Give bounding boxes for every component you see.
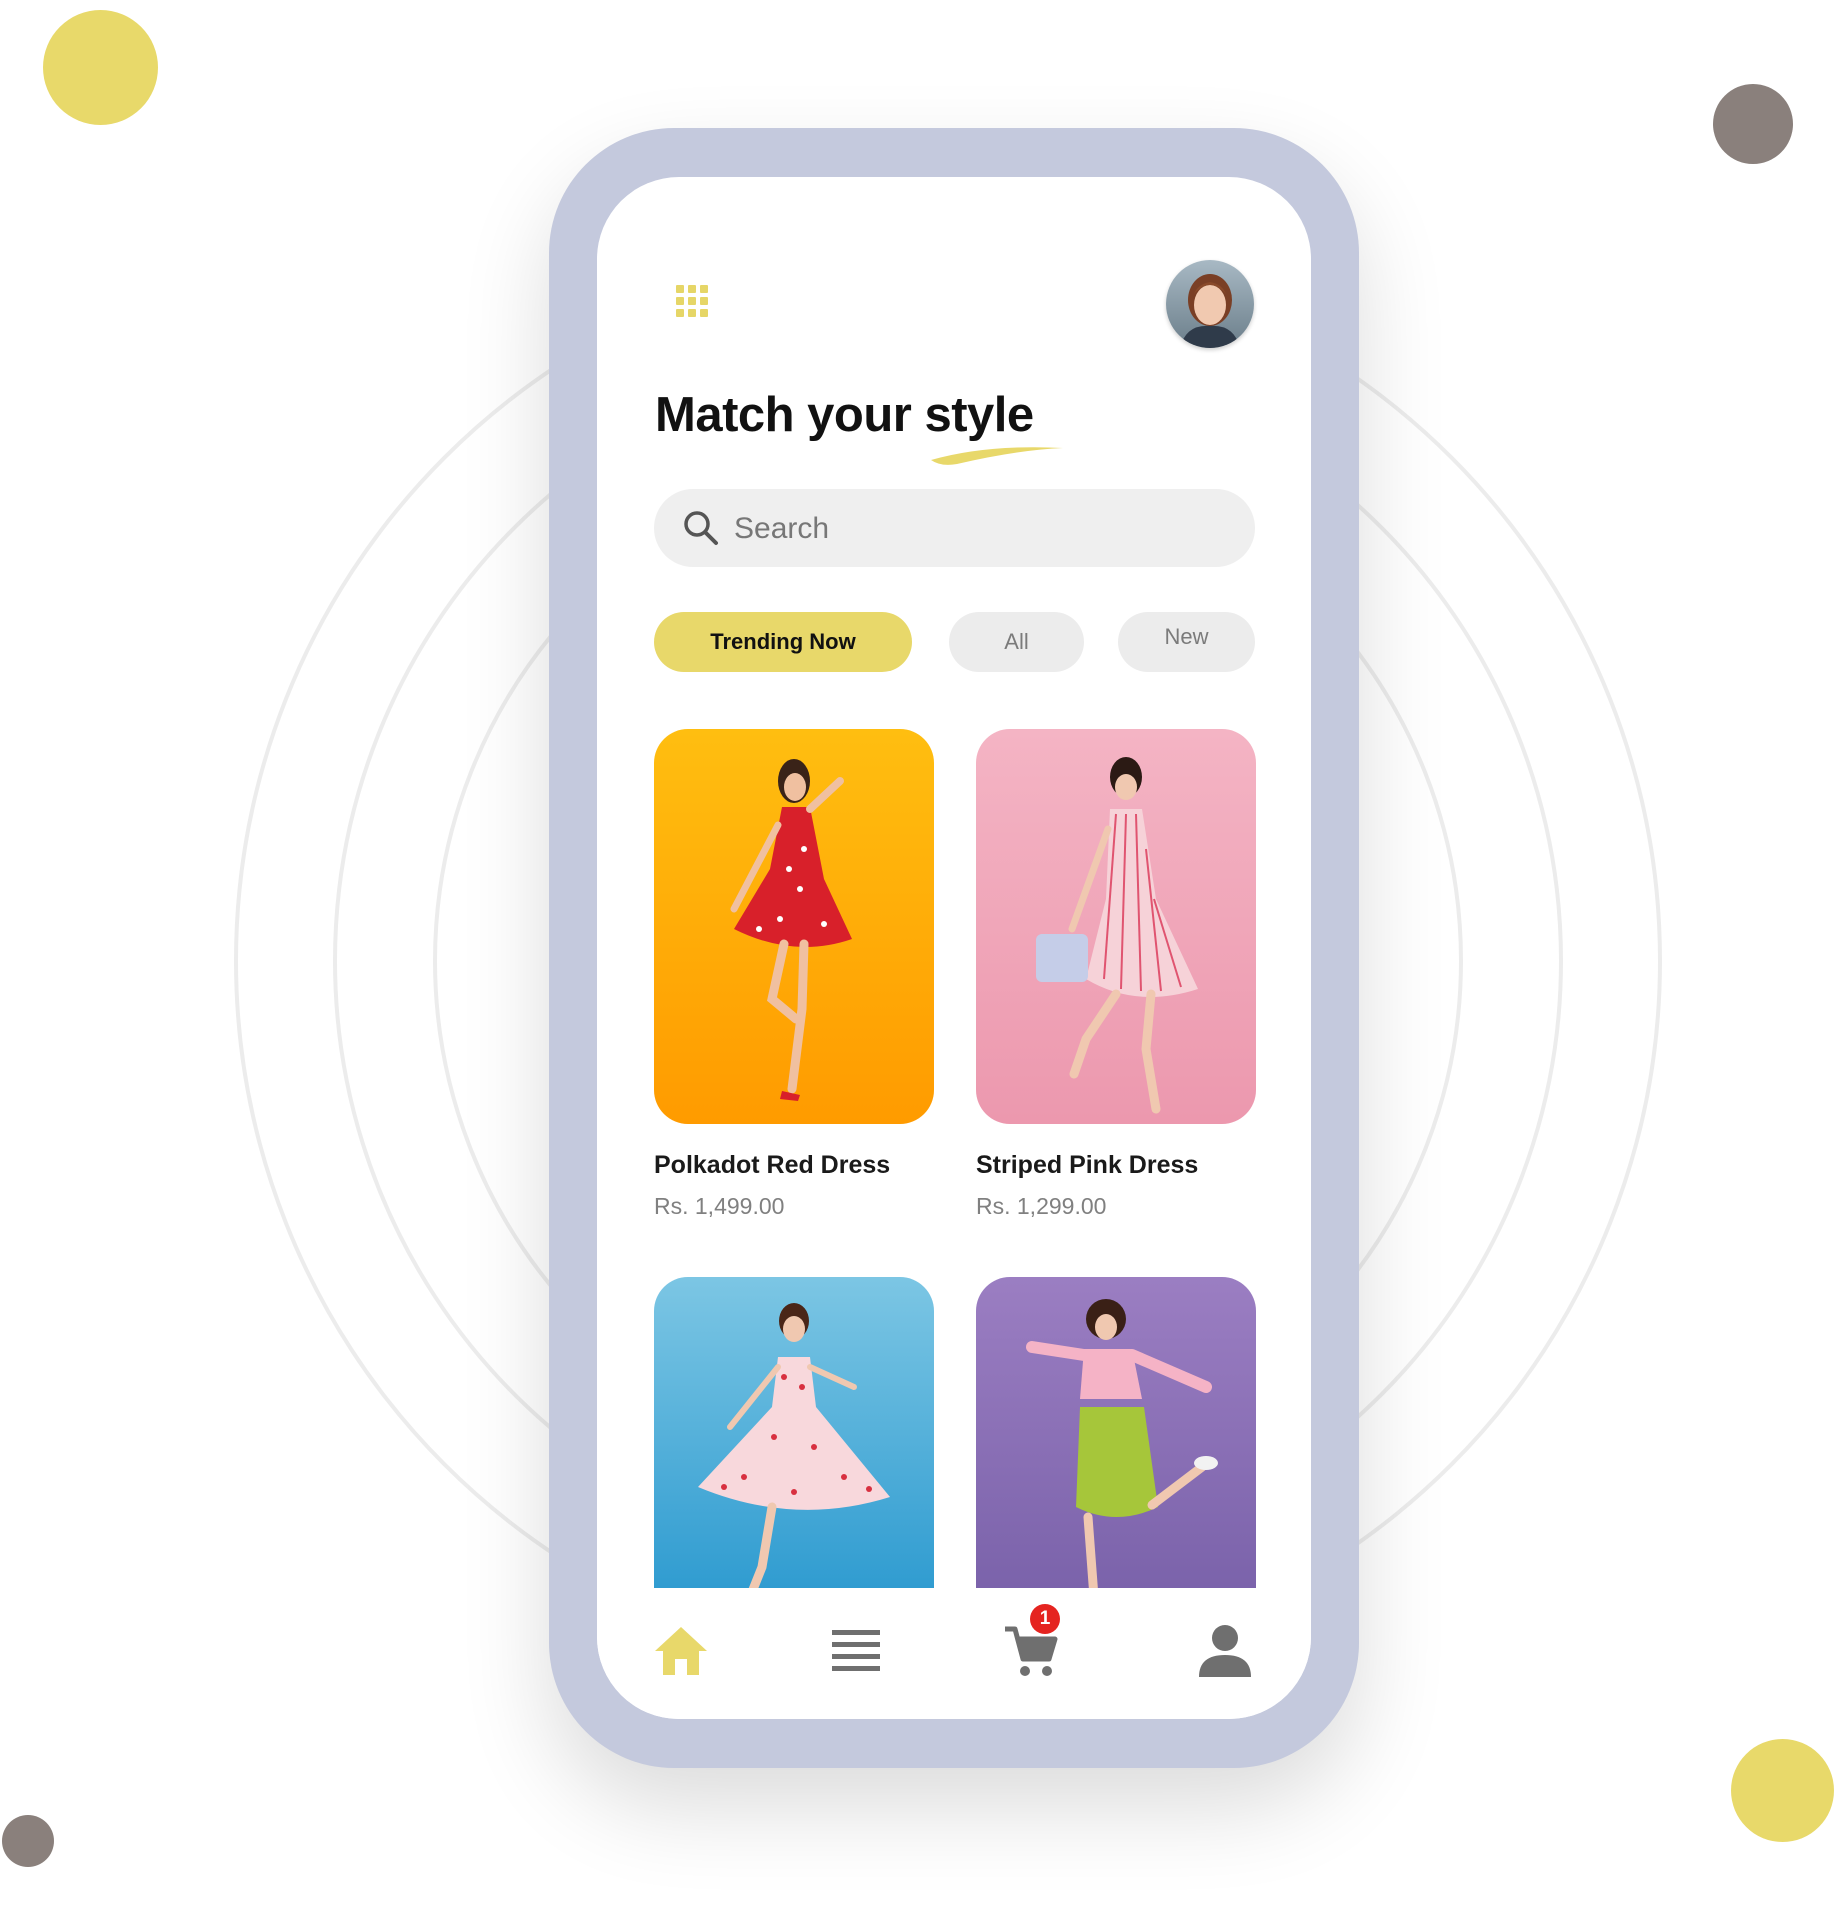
product-name: Polkadot Red Dress	[654, 1151, 891, 1179]
filter-chip-all[interactable]: All	[949, 612, 1084, 672]
home-icon[interactable]	[654, 1625, 708, 1677]
grid-menu-icon[interactable]	[676, 285, 708, 317]
product-image-pink-top-green-skirt[interactable]	[976, 1277, 1256, 1597]
phone-frame: Match your style Trending Now All New	[549, 128, 1359, 1768]
user-icon[interactable]	[1197, 1623, 1253, 1679]
decor-dot-yellow-top-left	[43, 10, 158, 125]
search-bar[interactable]	[654, 489, 1255, 569]
product-price: Rs. 1,499.00	[654, 1193, 785, 1219]
decor-dot-yellow-bottom-right	[1731, 1739, 1834, 1842]
filter-chip-trending[interactable]: Trending Now	[654, 612, 912, 672]
product-image-polkadot-red-dress[interactable]	[654, 729, 934, 1124]
search-input[interactable]	[732, 489, 1216, 569]
search-icon	[684, 511, 718, 545]
product-name: Striped Pink Dress	[976, 1151, 1199, 1179]
page-title: Match your style	[655, 388, 1034, 442]
decor-dot-gray-top-right	[1713, 84, 1793, 164]
decor-dot-gray-bottom-left	[2, 1815, 54, 1867]
cart-badge: 1	[1030, 1604, 1060, 1634]
profile-avatar[interactable]	[1166, 260, 1254, 348]
phone-screen: Match your style Trending Now All New	[597, 177, 1311, 1719]
list-icon[interactable]	[832, 1628, 880, 1676]
product-image-striped-pink-dress[interactable]	[976, 729, 1256, 1124]
filter-chip-new[interactable]: New	[1118, 612, 1255, 672]
title-underline-swoosh	[931, 447, 1063, 465]
product-price: Rs. 1,299.00	[976, 1193, 1107, 1219]
product-image-polka-pink-dress[interactable]	[654, 1277, 934, 1597]
